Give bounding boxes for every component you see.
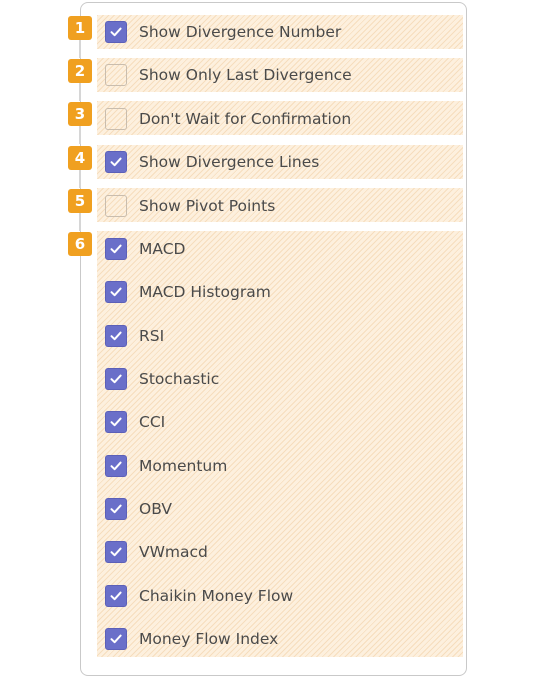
setting-row[interactable]: Show Only Last Divergence — [97, 60, 463, 90]
setting-label: Show Only Last Divergence — [139, 66, 352, 84]
checkbox[interactable] — [105, 195, 127, 217]
indicator-row[interactable]: Chaikin Money Flow — [97, 581, 463, 611]
setting-group-5: Show Pivot Points — [97, 188, 463, 222]
checkbox[interactable] — [105, 325, 127, 347]
checkbox[interactable] — [105, 64, 127, 86]
setting-group-3: Don't Wait for Confirmation — [97, 101, 463, 135]
checkmark-icon — [110, 374, 122, 384]
step-badge-6: 6 — [68, 232, 92, 256]
checkmark-icon — [110, 634, 122, 644]
indicator-label: Money Flow Index — [139, 630, 279, 648]
connector-line — [79, 40, 81, 58]
indicator-row[interactable]: MACD — [97, 234, 463, 264]
checkbox[interactable] — [105, 455, 127, 477]
indicator-row[interactable]: VWmacd — [97, 537, 463, 567]
setting-row[interactable]: Show Divergence Lines — [97, 147, 463, 177]
checkbox[interactable] — [105, 585, 127, 607]
indicator-label: RSI — [139, 327, 165, 345]
indicator-row[interactable]: OBV — [97, 494, 463, 524]
indicator-label: MACD — [139, 240, 186, 258]
checkbox[interactable] — [105, 411, 127, 433]
setting-group-2: Show Only Last Divergence — [97, 58, 463, 92]
checkbox[interactable] — [105, 628, 127, 650]
indicator-row[interactable]: Stochastic — [97, 364, 463, 394]
indicator-label: Momentum — [139, 457, 228, 475]
indicator-row[interactable]: Money Flow Index — [97, 624, 463, 654]
indicator-label: CCI — [139, 413, 166, 431]
indicator-row[interactable]: RSI — [97, 321, 463, 351]
indicator-label: Stochastic — [139, 370, 220, 388]
checkbox[interactable] — [105, 281, 127, 303]
step-badge-1: 1 — [68, 16, 92, 40]
checkmark-icon — [110, 244, 122, 254]
checkmark-icon — [110, 287, 122, 297]
setting-row[interactable]: Don't Wait for Confirmation — [97, 104, 463, 134]
step-badge-5: 5 — [68, 189, 92, 213]
setting-label: Show Divergence Lines — [139, 153, 320, 171]
indicator-group: MACD MACD Histogram RSI Stochastic CCI M… — [97, 231, 463, 657]
checkmark-icon — [110, 417, 122, 427]
step-badge-4: 4 — [68, 146, 92, 170]
connector-line — [79, 126, 81, 144]
setting-row[interactable]: Show Divergence Number — [97, 17, 463, 47]
setting-group-4: Show Divergence Lines — [97, 145, 463, 179]
indicator-row[interactable]: MACD Histogram — [97, 277, 463, 307]
indicator-label: OBV — [139, 500, 172, 518]
connector-line — [79, 213, 81, 231]
indicator-label: Chaikin Money Flow — [139, 587, 294, 605]
indicator-label: VWmacd — [139, 543, 208, 561]
checkbox[interactable] — [105, 108, 127, 130]
setting-label: Show Divergence Number — [139, 23, 342, 41]
setting-label: Show Pivot Points — [139, 197, 276, 215]
checkmark-icon — [110, 591, 122, 601]
connector-line — [79, 170, 81, 188]
indicator-row[interactable]: Momentum — [97, 451, 463, 481]
checkmark-icon — [110, 157, 122, 167]
checkmark-icon — [110, 331, 122, 341]
checkbox[interactable] — [105, 498, 127, 520]
indicator-row[interactable]: CCI — [97, 407, 463, 437]
step-badge-2: 2 — [68, 59, 92, 83]
setting-row[interactable]: Show Pivot Points — [97, 191, 463, 221]
setting-label: Don't Wait for Confirmation — [139, 110, 352, 128]
indicator-label: MACD Histogram — [139, 283, 271, 301]
checkbox[interactable] — [105, 151, 127, 173]
checkmark-icon — [110, 547, 122, 557]
connector-line — [79, 83, 81, 101]
checkbox[interactable] — [105, 238, 127, 260]
checkbox[interactable] — [105, 368, 127, 390]
checkmark-icon — [110, 27, 122, 37]
checkbox[interactable] — [105, 541, 127, 563]
step-badge-3: 3 — [68, 102, 92, 126]
checkmark-icon — [110, 504, 122, 514]
checkbox[interactable] — [105, 21, 127, 43]
setting-group-1: Show Divergence Number — [97, 15, 463, 49]
checkmark-icon — [110, 461, 122, 471]
